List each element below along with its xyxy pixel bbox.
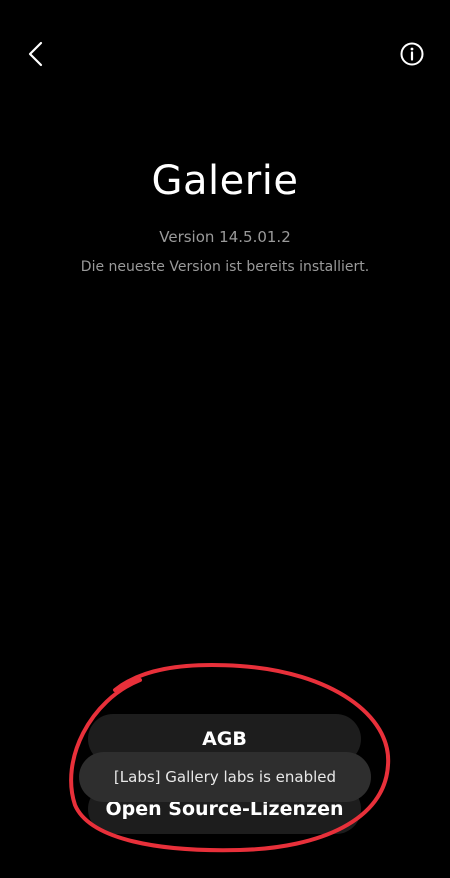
info-circle-icon <box>399 41 425 71</box>
chevron-left-icon <box>26 40 46 72</box>
toast-text: [Labs] Gallery labs is enabled <box>113 768 337 786</box>
app-title: Galerie <box>151 158 299 204</box>
agb-button-label: AGB <box>202 728 247 750</box>
version-text: Version 14.5.01.2 <box>159 228 291 246</box>
update-status-text: Die neueste Version ist bereits installi… <box>80 259 370 275</box>
toast-message: [Labs] Gallery labs is enabled <box>79 752 371 802</box>
back-button[interactable] <box>18 38 54 74</box>
info-button[interactable] <box>396 40 428 72</box>
